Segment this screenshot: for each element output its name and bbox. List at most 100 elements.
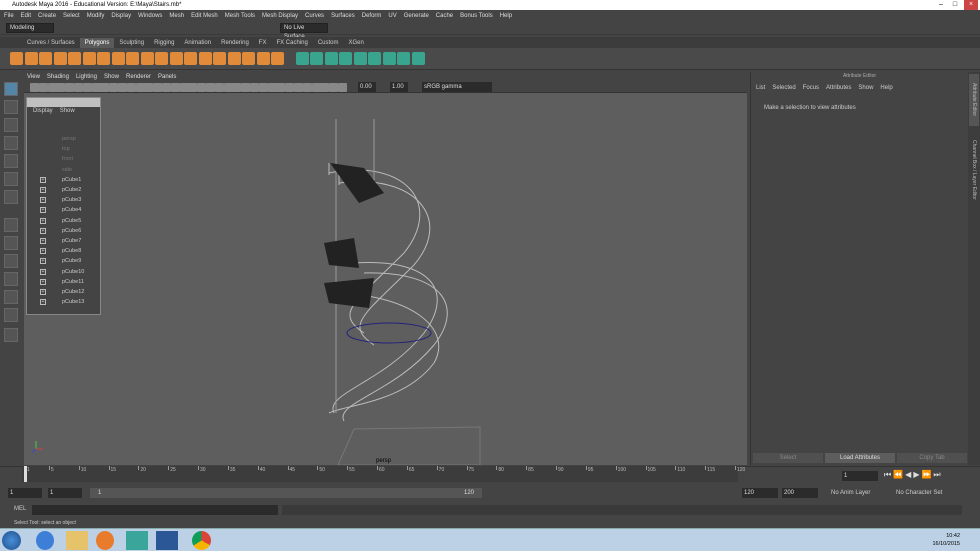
menu-file[interactable]: File: [4, 13, 14, 19]
viewport-tool-icon[interactable]: [267, 83, 277, 92]
viewport-tool-icon[interactable]: [311, 83, 321, 92]
shelf-tool-icon[interactable]: [368, 52, 381, 65]
viewport-tool-icon[interactable]: [214, 83, 224, 92]
outliner-item[interactable]: + pCube6: [40, 226, 102, 236]
expand-icon[interactable]: +: [40, 238, 46, 244]
outliner-item[interactable]: + pCube12: [40, 287, 102, 297]
viewport-tool-icon[interactable]: [188, 83, 198, 92]
scale-tool-icon[interactable]: [4, 172, 18, 186]
layout-single-icon[interactable]: [4, 218, 18, 232]
menu-display[interactable]: Display: [111, 13, 131, 19]
outliner-item[interactable]: + pCube4: [40, 205, 102, 215]
menu-curves[interactable]: Curves: [305, 13, 324, 19]
maya-icon[interactable]: [126, 531, 148, 550]
shelf-tab-fx[interactable]: FX: [254, 38, 272, 48]
viewport-tool-icon[interactable]: [258, 83, 268, 92]
shelf-tool-icon[interactable]: [198, 52, 212, 65]
move-tool-icon[interactable]: [4, 136, 18, 150]
viewport-tool-icon[interactable]: [276, 83, 286, 92]
rotate-tool-icon[interactable]: [4, 154, 18, 168]
shelf-tool-icon[interactable]: [126, 52, 139, 65]
start-button-icon[interactable]: [2, 531, 21, 550]
command-input[interactable]: [32, 505, 278, 515]
anim-end-field[interactable]: 200: [782, 488, 818, 498]
layout-two-icon[interactable]: [4, 254, 18, 268]
shelf-tool-icon[interactable]: [339, 52, 352, 65]
expand-icon[interactable]: +: [40, 278, 46, 285]
expand-icon[interactable]: +: [40, 299, 46, 306]
anim-start-field[interactable]: 1: [8, 488, 42, 498]
menu-deform[interactable]: Deform: [362, 13, 382, 19]
shelf-tool-icon[interactable]: [310, 52, 323, 65]
viewport-tool-icon[interactable]: [82, 83, 92, 92]
mode-dropdown[interactable]: Modeling: [6, 23, 54, 33]
time-slider-track[interactable]: 1 5 10 15 20 25 30 35 40 45 50 55 60 65 70 75 80 85 90 95 10…: [22, 466, 745, 482]
viewport-tool-icon[interactable]: [126, 83, 136, 92]
shelf-tool-icon[interactable]: [295, 52, 309, 65]
outliner-camera-top[interactable]: top: [40, 144, 102, 154]
viewport-tool-icon[interactable]: [232, 83, 242, 92]
chrome-icon[interactable]: [192, 531, 211, 550]
range-end-field[interactable]: 120: [742, 488, 778, 498]
shelf-tool-icon[interactable]: [10, 52, 23, 65]
outliner-item[interactable]: + pCube3: [40, 195, 102, 205]
shelf-tool-icon[interactable]: [411, 52, 425, 65]
outliner-menu-show[interactable]: Show: [60, 107, 75, 116]
expand-icon[interactable]: +: [40, 176, 46, 183]
shelf-tab-custom[interactable]: Custom: [313, 38, 344, 48]
expand-icon[interactable]: +: [40, 217, 46, 224]
color-space-dropdown[interactable]: sRGB gamma: [422, 82, 492, 92]
attr-menu-attributes[interactable]: Attributes: [826, 81, 851, 95]
shelf-tool-icon[interactable]: [324, 52, 338, 65]
attr-button-copy-tab[interactable]: Copy Tab: [897, 453, 967, 463]
viewport-menu-lighting[interactable]: Lighting: [76, 74, 97, 80]
outliner-titlebar[interactable]: [27, 98, 100, 107]
close-button[interactable]: ×: [964, 0, 978, 10]
viewport-tool-icon[interactable]: [179, 83, 189, 92]
outliner-item[interactable]: + pCube8: [40, 246, 102, 256]
shelf-tool-icon[interactable]: [24, 52, 38, 65]
viewport-tool-icon[interactable]: [197, 83, 207, 92]
layout-extra-icon[interactable]: [4, 328, 18, 342]
expand-icon[interactable]: +: [40, 197, 46, 204]
viewport-tool-icon[interactable]: [250, 83, 259, 92]
lasso-tool-icon[interactable]: [4, 100, 18, 114]
shelf-tool-icon[interactable]: [39, 52, 52, 65]
perspective-viewport[interactable]: persp: [24, 93, 747, 465]
outliner-item[interactable]: + pCube1: [40, 175, 102, 185]
viewport-tool-icon[interactable]: [170, 83, 180, 92]
viewport-menu-view[interactable]: View: [27, 74, 40, 80]
live-surface-field[interactable]: No Live Surface: [280, 23, 328, 40]
shelf-tab-polygons[interactable]: Polygons: [79, 38, 115, 48]
viewport-tool-icon[interactable]: [65, 83, 75, 92]
viewport-tool-icon[interactable]: [206, 83, 215, 92]
maximize-button[interactable]: □: [948, 0, 962, 10]
expand-icon[interactable]: +: [40, 227, 46, 234]
shelf-tool-icon[interactable]: [242, 52, 255, 65]
viewport-tool-icon[interactable]: [118, 83, 127, 92]
outliner-item[interactable]: + pCube13: [40, 297, 102, 307]
shelf-tool-icon[interactable]: [111, 52, 125, 65]
attr-menu-show[interactable]: Show: [858, 81, 873, 95]
viewport-tool-icon[interactable]: [100, 83, 110, 92]
anim-layer-dropdown[interactable]: No Anim Layer: [831, 490, 870, 496]
layout-custom-icon[interactable]: [4, 308, 18, 322]
menu-generate[interactable]: Generate: [404, 13, 429, 19]
shelf-tool-icon[interactable]: [169, 52, 183, 65]
last-tool-icon[interactable]: [4, 190, 18, 204]
menu-mesh[interactable]: Mesh: [169, 13, 184, 19]
menu-modify[interactable]: Modify: [87, 13, 105, 19]
viewport-tool-icon[interactable]: [223, 83, 233, 92]
viewport-tool-icon[interactable]: [144, 83, 154, 92]
menu-help[interactable]: Help: [500, 13, 512, 19]
mel-label[interactable]: MEL: [14, 506, 26, 512]
viewport-tool-icon[interactable]: [153, 83, 163, 92]
character-set-dropdown[interactable]: No Character Set: [896, 490, 942, 496]
layout-graph-icon[interactable]: [4, 290, 18, 304]
shelf-tool-icon[interactable]: [53, 52, 67, 65]
minimize-button[interactable]: –: [934, 0, 948, 10]
viewport-tool-icon[interactable]: [302, 83, 312, 92]
viewport-menu-panels[interactable]: Panels: [158, 74, 176, 80]
ie-icon[interactable]: [36, 531, 54, 550]
menu-select[interactable]: Select: [63, 13, 80, 19]
